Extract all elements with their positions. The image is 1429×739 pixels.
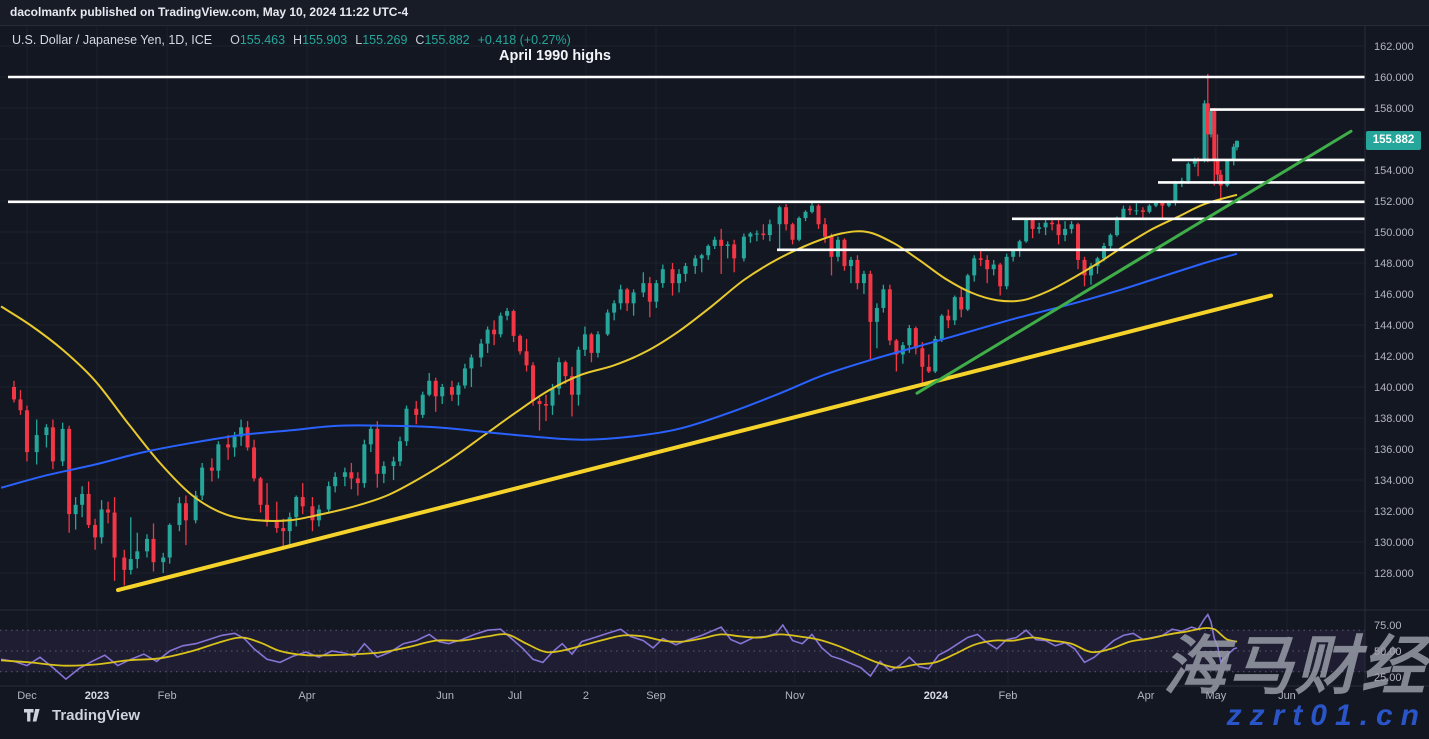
ohlc-legend[interactable]: U.S. Dollar / Japanese Yen, 1D, ICEO155.… (12, 33, 571, 47)
last-price-badge: 155.882 (1366, 131, 1421, 150)
svg-text:158.000: 158.000 (1374, 103, 1414, 115)
tradingview-attribution-link[interactable]: TradingView (24, 707, 140, 724)
svg-text:142.000: 142.000 (1374, 351, 1414, 363)
svg-text:160.000: 160.000 (1374, 72, 1414, 84)
svg-text:Nov: Nov (785, 690, 805, 702)
svg-text:Jul: Jul (508, 690, 522, 702)
watermark-site-url: zzrt01.cn (1227, 701, 1427, 731)
svg-text:146.000: 146.000 (1374, 289, 1414, 301)
grid-layer (0, 26, 1365, 684)
svg-text:Apr: Apr (1137, 690, 1154, 702)
svg-text:148.000: 148.000 (1374, 258, 1414, 270)
april-1990-highs-annotation: April 1990 highs (430, 48, 680, 64)
svg-text:Feb: Feb (998, 690, 1017, 702)
svg-text:2023: 2023 (85, 690, 109, 702)
svg-text:Apr: Apr (298, 690, 315, 702)
open-label: O (230, 33, 240, 47)
svg-text:Sep: Sep (646, 690, 666, 702)
svg-text:Dec: Dec (17, 690, 37, 702)
high-value: 155.903 (302, 33, 347, 47)
chart-canvas[interactable]: 162.000 160.000 158.000 154.000 152.000 150.0… (0, 0, 1429, 739)
symbol-title[interactable]: U.S. Dollar / Japanese Yen, 1D, ICE (12, 33, 212, 47)
high-label: H (293, 33, 302, 47)
close-value: 155.882 (424, 33, 469, 47)
svg-text:162.000: 162.000 (1374, 41, 1414, 53)
svg-text:130.000: 130.000 (1374, 537, 1414, 549)
candlestick-series (12, 74, 1239, 586)
tradingview-logo-icon (24, 709, 45, 722)
svg-text:140.000: 140.000 (1374, 382, 1414, 394)
svg-text:134.000: 134.000 (1374, 475, 1414, 487)
svg-text:144.000: 144.000 (1374, 320, 1414, 332)
low-value: 155.269 (362, 33, 407, 47)
svg-text:154.000: 154.000 (1374, 165, 1414, 177)
tradingview-logo-text: TradingView (52, 707, 140, 724)
open-value: 155.463 (240, 33, 285, 47)
svg-text:150.000: 150.000 (1374, 227, 1414, 239)
tradingview-published-chart: dacolmanfx published on TradingView.com,… (0, 0, 1429, 739)
svg-text:138.000: 138.000 (1374, 413, 1414, 425)
change-value: +0.418 (+0.27%) (478, 33, 571, 47)
svg-text:152.000: 152.000 (1374, 196, 1414, 208)
svg-text:132.000: 132.000 (1374, 506, 1414, 518)
svg-text:2: 2 (583, 690, 589, 702)
moving-average-lines (1, 195, 1237, 521)
svg-text:128.000: 128.000 (1374, 568, 1414, 580)
svg-text:2024: 2024 (924, 690, 949, 702)
watermark-chinese-text: 海马财经 (1163, 634, 1427, 698)
svg-text:Jun: Jun (436, 690, 454, 702)
trendlines[interactable] (118, 131, 1351, 590)
svg-text:136.000: 136.000 (1374, 444, 1414, 456)
time-axis[interactable]: Dec2023FebAprJunJul2SepNov2024FebAprMayJ… (17, 690, 1296, 702)
rsi-pane[interactable] (0, 615, 1365, 680)
svg-text:Feb: Feb (158, 690, 177, 702)
